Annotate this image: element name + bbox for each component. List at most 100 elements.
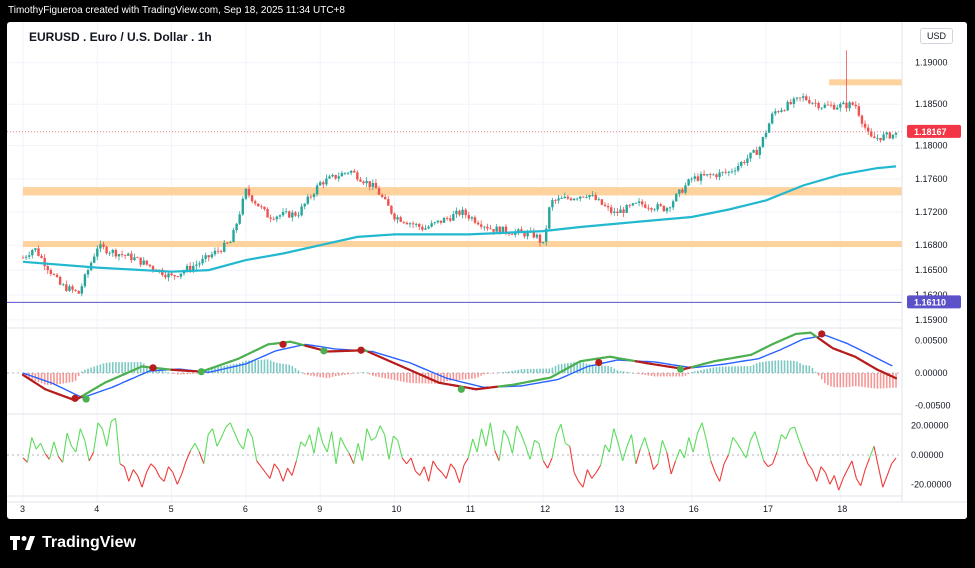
histogram-bar xyxy=(542,368,544,373)
momentum-segment xyxy=(163,466,170,482)
candle-body xyxy=(188,265,192,271)
candle-body xyxy=(845,102,848,109)
histogram-bar xyxy=(480,373,482,376)
osc-tick-label: 0.00000 xyxy=(915,368,948,378)
candle-body xyxy=(851,102,854,105)
candle-body xyxy=(297,215,300,217)
histogram-bar xyxy=(743,366,746,373)
candle-body xyxy=(322,182,325,185)
momentum-segment xyxy=(608,428,615,453)
histogram-bar xyxy=(678,373,681,377)
momentum-segment xyxy=(595,464,602,473)
candle-body xyxy=(569,198,573,201)
candle-body xyxy=(291,212,294,218)
candle-body xyxy=(563,196,566,199)
candle-body xyxy=(269,217,272,219)
candle-body xyxy=(566,196,570,199)
momentum-segment xyxy=(547,457,553,469)
momentum-segment xyxy=(441,472,447,479)
candle-body xyxy=(483,226,486,228)
candle-body xyxy=(257,203,260,207)
momentum-segment xyxy=(185,450,192,462)
candle-body xyxy=(142,260,145,265)
histogram-bar xyxy=(375,373,377,377)
candle-body xyxy=(572,198,576,201)
candle-body xyxy=(201,258,204,264)
candle-body xyxy=(368,181,371,187)
candle-body xyxy=(31,250,34,256)
histogram-bar xyxy=(93,366,96,373)
momentum-segment xyxy=(401,457,408,465)
chart-title[interactable]: EURUSD . Euro / U.S. Dollar . 1h xyxy=(29,30,212,44)
candle-body xyxy=(461,209,464,215)
momentum-segment xyxy=(705,440,712,461)
momentum-segment xyxy=(419,466,425,476)
momentum-segment xyxy=(145,463,152,473)
candle-body xyxy=(309,196,313,198)
momentum-segment xyxy=(203,434,209,464)
chart-svg[interactable]: 1.19000 1.18500 1.18000 1.17600 1.17200 1.168… xyxy=(7,22,967,519)
histogram-bar xyxy=(632,372,634,374)
candle-body xyxy=(40,255,43,258)
momentum-segment xyxy=(287,467,293,476)
momentum-segment xyxy=(384,434,390,460)
histogram-bar xyxy=(858,373,860,387)
candle-body xyxy=(687,179,690,186)
candle-body xyxy=(594,195,597,200)
momentum-segment xyxy=(886,463,893,476)
candle-body xyxy=(365,181,368,184)
time-tick-label: 16 xyxy=(689,504,699,514)
candle-body xyxy=(210,254,214,258)
histogram-bar xyxy=(266,359,269,373)
histogram-bar xyxy=(533,368,535,373)
momentum-segment xyxy=(181,460,187,475)
candle-body xyxy=(356,172,359,180)
candle-body xyxy=(337,176,340,179)
histogram-bar xyxy=(511,370,513,373)
momentum-segment xyxy=(282,468,289,482)
momentum-segment xyxy=(494,450,500,462)
candle-body xyxy=(870,131,873,137)
histogram-bar xyxy=(551,367,554,373)
price-tick-label: 1.17600 xyxy=(915,174,948,184)
screenshot-frame: TimothyFigueroa created with TradingView… xyxy=(0,0,975,568)
time-tick-label: 11 xyxy=(466,504,475,514)
momentum-tick-label: -20.00000 xyxy=(911,479,952,489)
candle-body xyxy=(653,209,656,211)
candle-body xyxy=(811,102,814,104)
momentum-segment xyxy=(732,437,738,444)
histogram-bar xyxy=(712,367,715,373)
momentum-segment xyxy=(741,450,747,459)
momentum-segment xyxy=(269,463,275,479)
histogram-bar xyxy=(895,373,897,388)
candle-body xyxy=(541,241,545,243)
momentum-segment xyxy=(79,428,86,441)
candle-body xyxy=(247,188,251,196)
wave-line-segment xyxy=(891,375,898,380)
histogram-bar xyxy=(226,365,229,373)
time-tick-label: 9 xyxy=(317,504,322,514)
candle-body xyxy=(80,286,84,294)
histogram-bar xyxy=(440,373,442,384)
histogram-bar xyxy=(365,372,368,374)
current-price-tag: 1.18167 xyxy=(914,127,947,137)
histogram-bar xyxy=(341,373,343,376)
candle-body xyxy=(693,176,696,179)
candle-body xyxy=(489,228,492,230)
momentum-segment xyxy=(57,456,64,463)
momentum-segment xyxy=(503,429,509,438)
momentum-segment xyxy=(714,472,721,482)
momentum-segment xyxy=(877,466,884,488)
price-tick-label: 1.15900 xyxy=(915,315,948,325)
moving-average-layer xyxy=(22,165,897,273)
candle-body xyxy=(315,185,319,195)
candle-body xyxy=(167,273,170,278)
chart-panel[interactable]: 1.19000 1.18500 1.18000 1.17600 1.17200 1.168… xyxy=(7,22,967,519)
histogram-bar xyxy=(84,369,86,373)
histogram-bar xyxy=(176,373,179,375)
currency-button[interactable]: USD xyxy=(919,28,953,44)
histogram-bar xyxy=(347,373,349,375)
histogram-bar xyxy=(362,372,365,373)
histogram-bar xyxy=(598,365,600,373)
histogram-bar xyxy=(90,367,92,373)
